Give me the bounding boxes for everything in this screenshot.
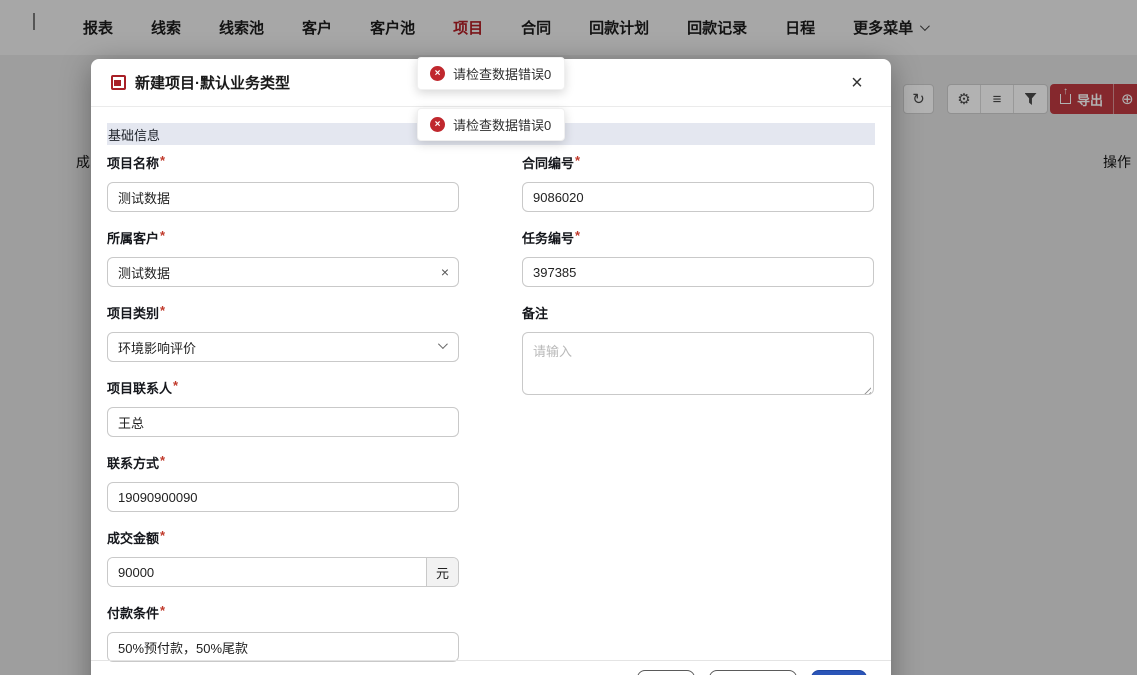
project-category-label: 项目类别 xyxy=(107,306,160,321)
project-contact-label: 项目联系人 xyxy=(107,381,173,396)
remark-textarea[interactable] xyxy=(522,332,874,395)
clear-icon[interactable]: × xyxy=(441,264,449,280)
project-name-label: 项目名称 xyxy=(107,156,160,171)
required-asterisk: * xyxy=(575,153,581,168)
project-category-field: 项目类别 * 环境影响评价 xyxy=(107,303,459,362)
error-message: 请检查数据错误0 xyxy=(453,118,552,133)
form-right-column: 合同编号 * 任务编号 * 备注 xyxy=(522,153,874,675)
customer-label: 所属客户 xyxy=(107,231,160,246)
error-toast: × 请检查数据错误0 xyxy=(417,108,565,141)
footer-primary-button[interactable] xyxy=(811,670,867,675)
form: 项目名称 * 所属客户 * × xyxy=(107,153,875,675)
project-name-input[interactable] xyxy=(107,182,459,212)
error-icon: × xyxy=(430,66,445,81)
task-number-field: 任务编号 * xyxy=(522,228,874,287)
project-icon xyxy=(111,75,126,90)
new-project-dialog: 新建项目·默认业务类型 × 基础信息 项目名称 * 测试数据 所属客户 * 测试… xyxy=(91,59,891,675)
contact-phone-label: 联系方式 xyxy=(107,456,160,471)
dialog-body: 基础信息 项目名称 * 所属客户 * xyxy=(91,107,891,675)
error-toast: × 请检查数据错误0 xyxy=(417,57,565,90)
deal-amount-field: 成交金额 * 元 xyxy=(107,528,459,587)
contract-number-input[interactable] xyxy=(522,182,874,212)
project-category-select[interactable]: 环境影响评价 xyxy=(107,332,459,362)
required-asterisk: * xyxy=(160,453,166,468)
required-asterisk: * xyxy=(173,378,179,393)
project-category-value: 环境影响评价 xyxy=(118,340,197,356)
payment-terms-field: 付款条件 * xyxy=(107,603,459,662)
required-asterisk: * xyxy=(160,228,166,243)
project-name-field: 项目名称 * xyxy=(107,153,459,212)
remark-label: 备注 xyxy=(522,306,549,321)
payment-terms-label: 付款条件 xyxy=(107,606,160,621)
form-left-column: 项目名称 * 所属客户 * × xyxy=(107,153,459,675)
currency-unit-suffix: 元 xyxy=(426,558,458,586)
task-number-input[interactable] xyxy=(522,257,874,287)
project-contact-input[interactable] xyxy=(107,407,459,437)
contract-number-label: 合同编号 xyxy=(522,156,575,171)
deal-amount-label: 成交金额 xyxy=(107,531,160,546)
deal-amount-input[interactable] xyxy=(108,558,426,586)
contact-phone-field: 联系方式 * xyxy=(107,453,459,512)
project-contact-field: 项目联系人 * xyxy=(107,378,459,437)
required-asterisk: * xyxy=(575,228,581,243)
required-asterisk: * xyxy=(160,603,166,618)
dialog-title: 新建项目·默认业务类型 xyxy=(135,75,290,92)
error-icon: × xyxy=(430,117,445,132)
footer-button-1[interactable] xyxy=(637,670,695,675)
task-number-label: 任务编号 xyxy=(522,231,575,246)
required-asterisk: * xyxy=(160,528,166,543)
customer-field: 所属客户 * × xyxy=(107,228,459,287)
dialog-footer xyxy=(91,660,891,675)
remark-field: 备注 xyxy=(522,303,874,400)
app-window: 报表 线索 线索池 客户 客户池 项目 合同 回款计划 回款记录 日程 更多菜单… xyxy=(0,0,1137,675)
error-message: 请检查数据错误0 xyxy=(453,67,552,82)
footer-button-2[interactable] xyxy=(709,670,797,675)
section-title: 基础信息 xyxy=(108,127,161,143)
required-asterisk: * xyxy=(160,153,166,168)
customer-input[interactable] xyxy=(107,257,459,287)
contract-number-field: 合同编号 * xyxy=(522,153,874,212)
payment-terms-input[interactable] xyxy=(107,632,459,662)
chevron-down-icon xyxy=(437,339,448,350)
contact-phone-input[interactable] xyxy=(107,482,459,512)
close-icon[interactable]: × xyxy=(845,71,869,95)
required-asterisk: * xyxy=(160,303,166,318)
